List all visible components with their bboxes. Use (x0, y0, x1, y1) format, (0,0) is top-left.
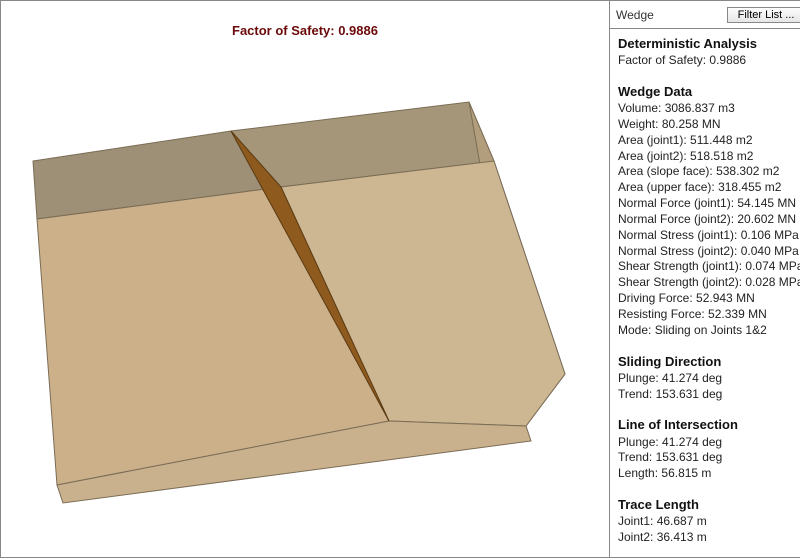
data-row: Trend: 153.631 deg (618, 387, 800, 403)
data-row: Normal Force (joint1): 54.145 MN (618, 196, 800, 212)
section-sliding-direction: Sliding Direction Plunge: 41.274 deg Tre… (618, 353, 800, 403)
side-panel-label: Wedge (616, 8, 654, 22)
heading-wedge-data: Wedge Data (618, 83, 800, 100)
wedge-3d-render (1, 1, 609, 557)
data-row: Shear Strength (joint1): 0.074 MPa (618, 259, 800, 275)
fos-title-prefix: Factor of Safety: (232, 23, 338, 38)
data-row: Area (slope face): 538.302 m2 (618, 164, 800, 180)
data-row: Resisting Force: 52.339 MN (618, 307, 800, 323)
data-row: Area (joint1): 511.448 m2 (618, 133, 800, 149)
filter-list-button[interactable]: Filter List ... (727, 7, 800, 23)
data-row: Joint2: 36.413 m (618, 530, 800, 546)
info-panel: Deterministic Analysis Factor of Safety:… (610, 29, 800, 557)
section-line-of-intersection: Line of Intersection Plunge: 41.274 deg … (618, 416, 800, 482)
data-row: Weight: 80.258 MN (618, 117, 800, 133)
section-wedge-data: Wedge Data Volume: 3086.837 m3 Weight: 8… (618, 83, 800, 339)
data-row: Trend: 153.631 deg (618, 450, 800, 466)
fos-row: Factor of Safety: 0.9886 (618, 53, 800, 69)
data-row: Mode: Sliding on Joints 1&2 (618, 323, 800, 339)
side-panel-toolbar: Wedge Filter List ... (610, 1, 800, 29)
data-row: Length: 56.815 m (618, 466, 800, 482)
data-row: Plunge: 41.274 deg (618, 435, 800, 451)
heading-deterministic: Deterministic Analysis (618, 35, 800, 52)
fos-title: Factor of Safety: 0.9886 (1, 23, 609, 38)
data-row: Driving Force: 52.943 MN (618, 291, 800, 307)
data-row: Normal Stress (joint2): 0.040 MPa (618, 244, 800, 260)
data-row: Area (upper face): 318.455 m2 (618, 180, 800, 196)
app-root: Factor of Safety: 0.9886 Wedge Filter Li… (0, 0, 800, 558)
section-deterministic: Deterministic Analysis Factor of Safety:… (618, 35, 800, 69)
data-row: Volume: 3086.837 m3 (618, 101, 800, 117)
wedge-3d-viewport[interactable]: Factor of Safety: 0.9886 (0, 0, 610, 558)
data-row: Joint1: 46.687 m (618, 514, 800, 530)
data-row: Area (joint2): 518.518 m2 (618, 149, 800, 165)
heading-trace-length: Trace Length (618, 496, 800, 513)
heading-sliding-direction: Sliding Direction (618, 353, 800, 370)
fos-title-value: 0.9886 (338, 23, 378, 38)
section-trace-length: Trace Length Joint1: 46.687 m Joint2: 36… (618, 496, 800, 546)
info-side-panel: Wedge Filter List ... Deterministic Anal… (610, 0, 800, 558)
data-row: Normal Force (joint2): 20.602 MN (618, 212, 800, 228)
data-row: Shear Strength (joint2): 0.028 MPa (618, 275, 800, 291)
heading-line-of-intersection: Line of Intersection (618, 416, 800, 433)
data-row: Plunge: 41.274 deg (618, 371, 800, 387)
data-row: Normal Stress (joint1): 0.106 MPa (618, 228, 800, 244)
